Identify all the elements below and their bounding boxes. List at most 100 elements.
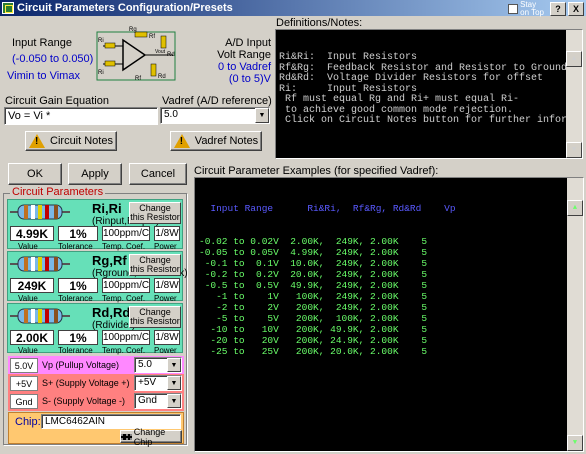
change-resistor-label: Change this Resistor xyxy=(130,203,180,222)
change-resistor-button[interactable]: Change this Resistor xyxy=(129,202,181,224)
supply-value: +5V xyxy=(138,377,157,388)
stay-on-top-label: Stay on Top xyxy=(520,0,544,17)
example-row: -10 to 10V 200K, 49.9K, 2.00K 5 xyxy=(199,324,428,335)
definitions-scrollbar[interactable]: ▲ ▼ xyxy=(566,30,582,158)
supply-value: 5.0 xyxy=(138,359,152,370)
change-resistor-label: Change this Resistor xyxy=(130,307,180,326)
supply-select[interactable]: +5V ▼ xyxy=(134,375,182,391)
supply-label: Vp (Pullup Voltage) xyxy=(42,360,120,370)
resistor-name: Rg,Rf xyxy=(92,253,127,268)
circuit-notes-button[interactable]: Circuit Notes xyxy=(25,131,117,151)
chevron-down-icon[interactable]: ▼ xyxy=(167,376,181,390)
window-title: Circuit Parameters Configuration/Presets xyxy=(17,2,233,14)
chevron-down-icon[interactable]: ▼ xyxy=(167,358,181,372)
help-button[interactable]: ? xyxy=(550,2,566,16)
supply-select[interactable]: 5.0 ▼ xyxy=(134,357,182,373)
examples-rows: -0.02 to 0.02V 2.00K, 249K, 2.00K 5 -0.05… xyxy=(199,236,579,357)
definition-line: Ri&Ri: Input Resistors xyxy=(279,52,418,63)
chevron-down-icon[interactable]: ▼ xyxy=(255,108,269,123)
temp-coef-caption: Temp. Coef. xyxy=(102,242,146,251)
change-chip-button[interactable]: Change Chip xyxy=(120,427,182,447)
gain-equation-label: Circuit Gain Equation xyxy=(5,95,109,107)
resistor-name: Rd,Rd xyxy=(92,305,131,320)
examples-header: Input Range Ri&Ri, Rf&Rg, Rd&Rd Vp xyxy=(199,203,456,214)
input-range-value: (-0.050 to 0.050) xyxy=(12,53,94,65)
ad-range-text: 0 to Vadref xyxy=(218,61,271,73)
supply-tag: +5V xyxy=(10,376,38,391)
chip-label: Chip: xyxy=(15,416,41,428)
resistor-value[interactable]: 2.00K xyxy=(10,330,54,345)
supply-select[interactable]: Gnd ▼ xyxy=(134,393,182,409)
vadref-notes-button[interactable]: Vadref Notes xyxy=(170,131,262,151)
resistor-temp-coef[interactable]: 100ppm/C xyxy=(102,226,150,241)
circuit-diagram: Rg Rf Ri Vout Rd Rd Ri Rf xyxy=(95,26,177,86)
ad-range-value: (0 to 5)V xyxy=(228,73,271,85)
gain-equation-field[interactable]: Vo = Vi * xyxy=(4,107,158,125)
title-bar: Circuit Parameters Configuration/Presets… xyxy=(0,0,586,17)
diagram-label: Vout xyxy=(155,49,166,55)
definition-line: Rd&Rd: Voltage Divider Resistors for off… xyxy=(279,73,544,84)
scroll-down-icon[interactable]: ▼ xyxy=(567,435,583,451)
resistor-name: Ri,Ri xyxy=(92,201,122,216)
resistor-panel: Ri,Ri (Rinput,Rinput) Change this Resist… xyxy=(7,199,183,251)
resistor-icon xyxy=(10,308,70,324)
warning-icon xyxy=(29,134,46,148)
tolerance-caption: Tolerance xyxy=(58,242,93,251)
resistor-tolerance[interactable]: 1% xyxy=(58,226,98,241)
resistor-power[interactable]: 1/8W xyxy=(154,330,180,345)
scroll-up-icon[interactable]: ▲ xyxy=(566,51,582,67)
definition-line: Rf must equal Rg and Ri+ must equal Ri- xyxy=(279,94,520,105)
supply-tag: Gnd xyxy=(10,394,38,409)
change-resistor-button[interactable]: Change this Resistor xyxy=(129,254,181,276)
example-row: -1 to 1V 100K, 249K, 2.00K 5 xyxy=(199,291,428,302)
temp-coef-caption: Temp. Coef. xyxy=(102,346,146,355)
scroll-down-icon[interactable]: ▼ xyxy=(566,142,582,158)
close-button[interactable]: X xyxy=(568,2,584,16)
example-row: -2 to 2V 200K, 249K, 2.00K 5 xyxy=(199,302,428,313)
resistor-power[interactable]: 1/8W xyxy=(154,278,180,293)
power-caption: Power xyxy=(154,242,177,251)
scroll-up-icon[interactable]: ▲ xyxy=(567,200,583,216)
examples-scrollbar[interactable]: ▲ ▼ xyxy=(567,178,583,451)
diagram-label: Rf xyxy=(149,34,155,40)
vadref-value: 5.0 xyxy=(164,109,178,120)
tolerance-caption: Tolerance xyxy=(58,294,93,303)
chip-panel: Chip: LMC6462AIN Change Chip xyxy=(8,412,184,447)
ok-button[interactable]: OK xyxy=(8,163,62,185)
diagram-label: Rf xyxy=(135,76,141,82)
resistor-tolerance[interactable]: 1% xyxy=(58,330,98,345)
diagram-label: Ri xyxy=(98,70,104,76)
vadref-select[interactable]: 5.0 ▼ xyxy=(160,107,270,124)
tolerance-caption: Tolerance xyxy=(58,346,93,355)
resistor-temp-coef[interactable]: 100ppm/C xyxy=(102,330,150,345)
circuit-diagram-icon: Rg Rf Ri Vout Rd Rd Ri Rf xyxy=(96,27,176,82)
definitions-label: Definitions/Notes: xyxy=(276,17,363,29)
diagram-label: Rg xyxy=(129,27,137,33)
change-resistor-button[interactable]: Change this Resistor xyxy=(129,306,181,328)
input-range-sub: Vimin to Vimax xyxy=(7,70,80,82)
vadref-label: Vadref (A/D reference) xyxy=(162,95,272,107)
resistor-power[interactable]: 1/8W xyxy=(154,226,180,241)
diagram-label: Rd xyxy=(158,74,166,80)
stay-on-top-toggle[interactable]: Stay on Top xyxy=(508,1,544,17)
supply-label: S+ (Supply Voltage +) xyxy=(42,378,130,388)
supply-row: +5V S+ (Supply Voltage +) +5V ▼ xyxy=(8,374,184,393)
resistor-tolerance[interactable]: 1% xyxy=(58,278,98,293)
resistor-value[interactable]: 249K xyxy=(10,278,54,293)
apply-button[interactable]: Apply xyxy=(68,163,122,185)
chevron-down-icon[interactable]: ▼ xyxy=(167,394,181,408)
power-caption: Power xyxy=(154,346,177,355)
volt-range-label: Volt Range xyxy=(217,49,271,61)
resistor-temp-coef[interactable]: 100ppm/C xyxy=(102,278,150,293)
examples-textbox[interactable]: Input Range Ri&Ri, Rf&Rg, Rd&Rd Vp -0.02… xyxy=(194,177,584,452)
cancel-button[interactable]: Cancel xyxy=(129,163,187,185)
diagram-label: Ri xyxy=(98,38,104,44)
power-caption: Power xyxy=(154,294,177,303)
supply-value: Gnd xyxy=(138,395,157,406)
stay-on-top-checkbox[interactable] xyxy=(508,4,519,14)
definitions-textbox[interactable]: Ri&Ri: Input Resistors Rf&Rg: Feedback Re… xyxy=(275,29,583,159)
temp-coef-caption: Temp. Coef. xyxy=(102,294,146,303)
vadref-notes-label: Vadref Notes xyxy=(194,135,259,147)
supply-row: Gnd S- (Supply Voltage -) Gnd ▼ xyxy=(8,392,184,411)
resistor-value[interactable]: 4.99K xyxy=(10,226,54,241)
